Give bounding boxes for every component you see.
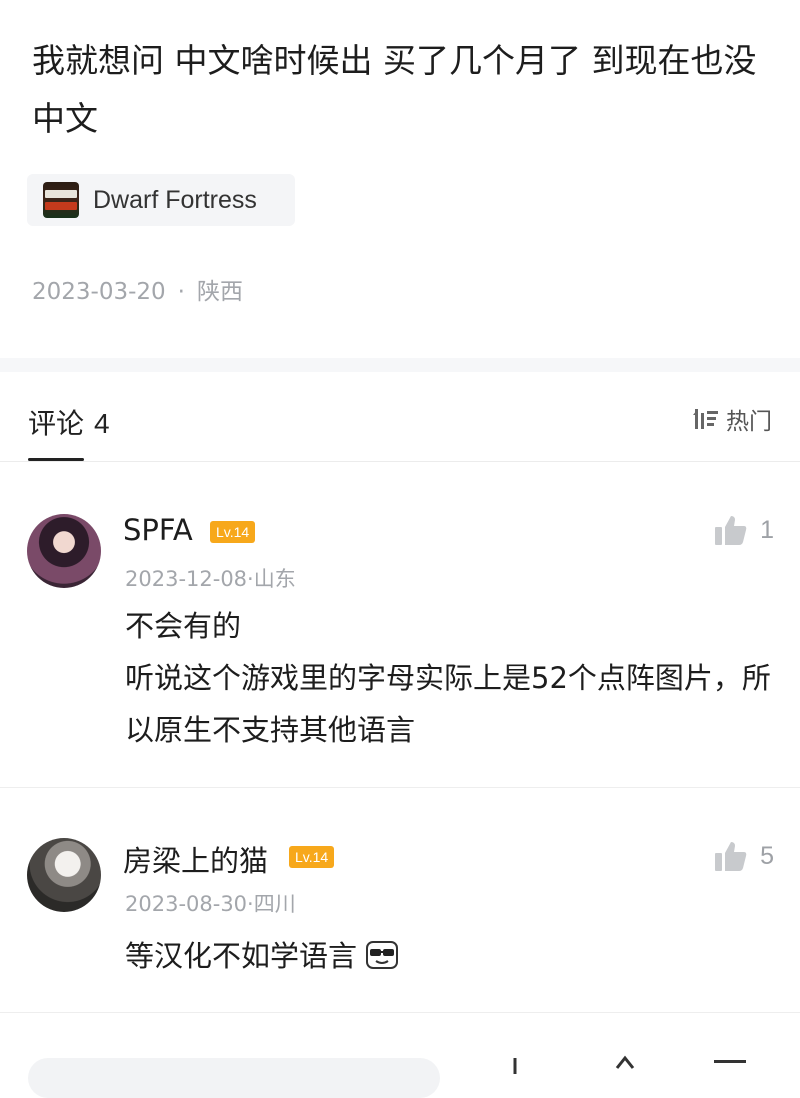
game-tag[interactable]: Dwarf Fortress [27, 174, 295, 226]
section-divider [0, 358, 800, 372]
tab-comments-label: 评论 [28, 407, 85, 440]
more-icon[interactable] [710, 1054, 750, 1094]
comment-meta: 2023-12-08·山东 [125, 567, 296, 591]
comment-text: 等汉化不如学语言 [125, 930, 775, 982]
comment-username[interactable]: SPFA [123, 513, 193, 547]
thumbs-up-icon [715, 842, 747, 871]
game-tag-label: Dwarf Fortress [93, 185, 257, 214]
tab-divider [0, 461, 800, 462]
avatar[interactable] [27, 514, 101, 588]
bottom-action-bar [0, 1050, 800, 1098]
tab-comments[interactable]: 评论 4 [28, 402, 110, 442]
post-location: 陕西 [196, 279, 243, 305]
avatar[interactable] [27, 838, 101, 912]
sort-button[interactable]: 热门 [692, 402, 772, 436]
comment-input[interactable] [28, 1058, 440, 1098]
comment-username[interactable]: 房梁上的猫 [123, 838, 268, 880]
game-icon [43, 182, 79, 218]
comment-line: 等汉化不如学语言 [125, 939, 358, 973]
post-date: 2023-03-20 [32, 279, 166, 305]
comment-divider [0, 1012, 800, 1013]
comments-count: 4 [94, 408, 110, 439]
like-button[interactable]: 1 [714, 514, 774, 546]
sort-icon [693, 409, 718, 429]
level-badge: Lv.14 [289, 846, 335, 868]
thumbs-up-icon [715, 516, 747, 545]
share-icon[interactable] [605, 1054, 645, 1094]
post-text: 我就想问 中文啥时候出 买了几个月了 到现在也没中文 [32, 41, 757, 138]
sort-label: 热门 [726, 409, 772, 435]
comment-line: 听说这个游戏里的字母实际上是52个点阵图片，所以原生不支持其他语言 [125, 661, 771, 747]
like-count: 1 [760, 515, 774, 544]
comment-line: 不会有的 [125, 609, 242, 643]
comment-meta: 2023-08-30·四川 [125, 892, 296, 916]
level-badge: Lv.14 [210, 521, 256, 543]
sunglasses-emoji-icon [366, 941, 399, 969]
like-count: 5 [760, 841, 774, 870]
like-button[interactable]: 5 [714, 840, 774, 872]
post-meta: 2023-03-20 · 陕西 [32, 279, 243, 305]
comment-divider [0, 787, 800, 788]
comment-text: 不会有的 听说这个游戏里的字母实际上是52个点阵图片，所以原生不支持其他语言 [125, 600, 775, 756]
thumbs-up-icon[interactable] [495, 1054, 535, 1094]
